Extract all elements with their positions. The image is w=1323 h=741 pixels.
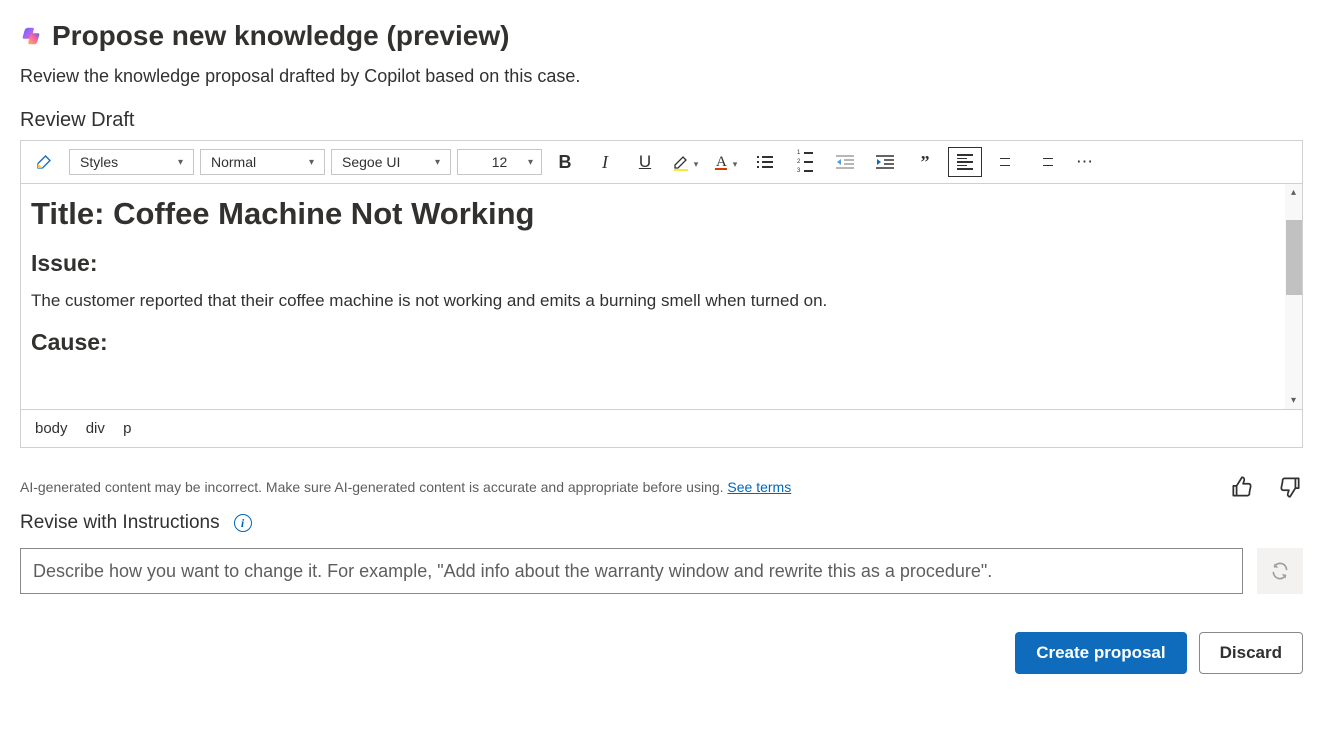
highlight-color-button[interactable]: ▾: [668, 147, 702, 177]
scroll-thumb[interactable]: [1286, 220, 1302, 295]
outdent-button[interactable]: [828, 147, 862, 177]
page-subtitle: Review the knowledge proposal drafted by…: [20, 66, 1303, 87]
bullet-list-button[interactable]: [748, 147, 782, 177]
align-right-button[interactable]: [1028, 147, 1062, 177]
chevron-down-icon: ▾: [733, 159, 738, 170]
font-size-dropdown[interactable]: 12 ▾: [457, 149, 542, 175]
chevron-down-icon: ▾: [694, 159, 699, 170]
font-family-dropdown[interactable]: Segoe UI ▾: [331, 149, 451, 175]
ai-disclaimer: AI-generated content may be incorrect. M…: [20, 479, 791, 495]
thumbs-down-icon[interactable]: [1277, 474, 1303, 500]
review-draft-label: Review Draft: [20, 109, 1303, 132]
rich-text-editor: Styles ▾ Normal ▾ Segoe UI ▾ 12 ▾ B I U …: [20, 140, 1303, 448]
thumbs-up-icon[interactable]: [1229, 474, 1255, 500]
italic-button[interactable]: I: [588, 147, 622, 177]
scroll-up-arrow-icon[interactable]: ▴: [1291, 184, 1296, 201]
underline-button[interactable]: U: [628, 147, 662, 177]
revise-instructions-input[interactable]: [20, 548, 1243, 594]
create-proposal-button[interactable]: Create proposal: [1015, 632, 1186, 674]
discard-button[interactable]: Discard: [1199, 632, 1303, 674]
editor-toolbar: Styles ▾ Normal ▾ Segoe UI ▾ 12 ▾ B I U …: [21, 141, 1302, 184]
more-tools-button[interactable]: ⋯: [1068, 147, 1102, 177]
indent-button[interactable]: [868, 147, 902, 177]
editor-content[interactable]: Title: Coffee Machine Not Working Issue:…: [21, 184, 1302, 409]
font-size-value: 12: [492, 154, 508, 170]
chevron-down-icon: ▾: [435, 157, 440, 168]
svg-text:A: A: [716, 154, 727, 170]
font-family-label: Segoe UI: [342, 154, 400, 170]
element-path-bar[interactable]: body div p: [21, 409, 1302, 447]
blockquote-button[interactable]: ”: [908, 147, 942, 177]
page-title: Propose new knowledge (preview): [52, 20, 509, 52]
article-title: Title: Coffee Machine Not Working: [31, 196, 1292, 232]
chevron-down-icon: ▾: [178, 157, 183, 168]
cause-heading: Cause:: [31, 329, 1292, 356]
paragraph-format-label: Normal: [211, 154, 256, 170]
refresh-icon: [1270, 561, 1290, 581]
bold-button[interactable]: B: [548, 147, 582, 177]
numbered-list-button[interactable]: 123: [788, 147, 822, 177]
see-terms-link[interactable]: See terms: [727, 479, 791, 495]
issue-heading: Issue:: [31, 250, 1292, 277]
editor-scrollbar[interactable]: ▴ ▾: [1285, 184, 1302, 409]
paragraph-format-dropdown[interactable]: Normal ▾: [200, 149, 325, 175]
chevron-down-icon: ▾: [309, 157, 314, 168]
styles-dropdown-label: Styles: [80, 154, 118, 170]
align-left-button[interactable]: [948, 147, 982, 177]
path-body[interactable]: body: [35, 420, 68, 437]
chevron-down-icon: ▾: [528, 157, 533, 168]
path-div[interactable]: div: [86, 420, 105, 437]
scroll-down-arrow-icon[interactable]: ▾: [1291, 392, 1296, 409]
align-center-button[interactable]: [988, 147, 1022, 177]
info-icon[interactable]: i: [234, 514, 252, 532]
ai-disclaimer-text: AI-generated content may be incorrect. M…: [20, 479, 727, 495]
issue-text: The customer reported that their coffee …: [31, 291, 1292, 311]
revise-label: Revise with Instructions: [20, 512, 220, 534]
copilot-logo-icon: [20, 25, 42, 47]
regenerate-button[interactable]: [1257, 548, 1303, 594]
format-painter-icon[interactable]: [29, 147, 63, 177]
font-color-button[interactable]: A▾: [708, 147, 742, 177]
path-p[interactable]: p: [123, 420, 131, 437]
styles-dropdown[interactable]: Styles ▾: [69, 149, 194, 175]
